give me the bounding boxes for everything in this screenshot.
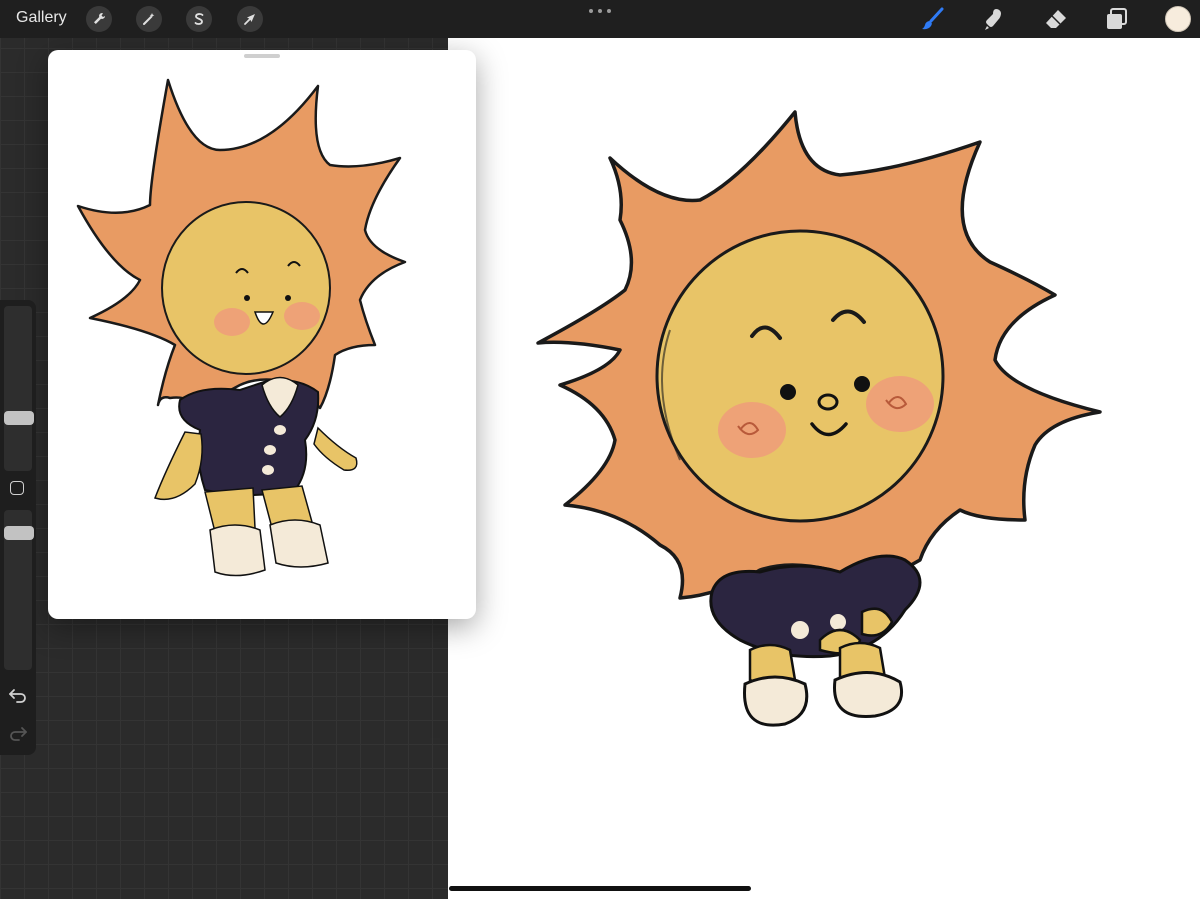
eraser-tool-button[interactable] xyxy=(1042,5,1070,33)
wrench-icon xyxy=(94,13,105,24)
actions-button[interactable] xyxy=(86,6,112,32)
reference-sun-character xyxy=(76,78,407,577)
redo-icon[interactable] xyxy=(8,723,28,743)
opacity-slider-icon[interactable] xyxy=(4,526,34,540)
sun-face xyxy=(655,229,945,523)
magic-wand-icon xyxy=(143,13,155,25)
selection-button[interactable] xyxy=(186,6,212,32)
color-picker-button[interactable] xyxy=(1165,6,1191,32)
transform-button[interactable] xyxy=(237,6,263,32)
size-slider-icon[interactable] xyxy=(4,411,34,425)
brush-size-slider[interactable] xyxy=(4,306,32,471)
adjustments-button[interactable] xyxy=(136,6,162,32)
home-indicator[interactable] xyxy=(449,886,751,891)
layers-icon xyxy=(1107,8,1127,29)
smudge-icon xyxy=(985,9,1001,30)
sun-dress xyxy=(709,554,922,659)
left-sidebar xyxy=(0,300,36,755)
square-modify-icon[interactable] xyxy=(10,481,24,495)
arrow-cursor-icon xyxy=(244,14,255,25)
smudge-tool-button[interactable] xyxy=(980,5,1008,33)
undo-icon[interactable] xyxy=(8,685,28,705)
top-toolbar: Gallery xyxy=(0,0,1200,38)
drawing-canvas[interactable] xyxy=(448,38,1200,899)
gallery-button[interactable]: Gallery xyxy=(16,9,67,27)
brush-icon xyxy=(922,7,944,30)
layers-button[interactable] xyxy=(1103,5,1131,33)
eraser-icon xyxy=(1046,10,1066,28)
brush-tool-button[interactable] xyxy=(919,5,947,33)
more-dots-icon[interactable] xyxy=(589,4,611,18)
reference-window[interactable] xyxy=(48,50,476,619)
selection-s-icon xyxy=(194,13,204,25)
main-sun-character xyxy=(536,110,1102,727)
